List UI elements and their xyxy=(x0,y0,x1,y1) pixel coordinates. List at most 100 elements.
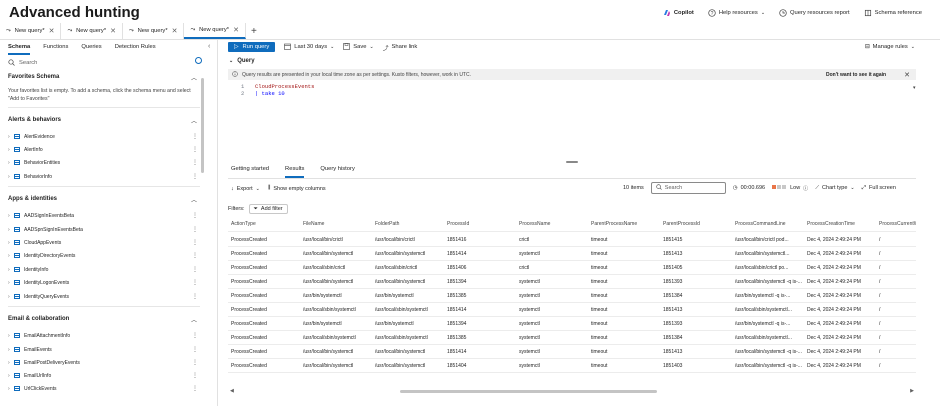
more-icon[interactable]: ⋮ xyxy=(192,212,200,219)
chevron-up-icon[interactable]: ︿ xyxy=(191,73,197,82)
schema-table-item[interactable]: › EmailPostDeliveryEvents ⋮ xyxy=(8,358,200,367)
results-search-input[interactable]: Search xyxy=(650,182,726,194)
add-filter-button[interactable]: ⏷ Add filter xyxy=(248,204,288,214)
more-icon[interactable]: ⋮ xyxy=(192,266,200,273)
column-header[interactable]: ProcessId xyxy=(447,216,515,231)
help-resources-button[interactable]: ? Help resources ⌄ xyxy=(708,9,765,17)
tab-results[interactable]: Results xyxy=(285,166,305,178)
add-tab-button[interactable]: + xyxy=(246,23,262,39)
table-row[interactable]: ProcessCreated/usr/local/bin/crictl/usr/… xyxy=(228,233,916,247)
query-section-toggle[interactable]: ⌄ Query xyxy=(229,58,255,64)
full-screen-button[interactable]: ⤢ Full screen xyxy=(862,185,896,192)
table-row[interactable]: ProcessCreated/usr/local/sbin/systemctl /… xyxy=(228,331,916,345)
more-icon[interactable]: ⋮ xyxy=(192,279,200,286)
more-icon[interactable]: ⋮ xyxy=(192,226,200,233)
run-query-button[interactable]: ▷ Run query xyxy=(228,42,276,52)
schema-table-item[interactable]: › AlertEvidence ⋮ xyxy=(8,132,200,141)
more-icon[interactable]: ⋮ xyxy=(192,332,200,339)
share-link-button[interactable]: ⤴ Share link xyxy=(383,43,418,52)
more-icon[interactable]: ⋮ xyxy=(192,173,200,180)
column-header[interactable]: ActionType xyxy=(231,216,299,231)
table-row[interactable]: ProcessCreated/usr/bin/systemctl/usr/bin… xyxy=(228,317,916,331)
query-tab[interactable]: ⤳ New query* ✕ xyxy=(0,23,62,39)
horizontal-scrollbar[interactable]: ◀ ▶ xyxy=(228,388,916,396)
more-icon[interactable]: ⋮ xyxy=(192,239,200,246)
query-tab-active[interactable]: ⤳ New query* ✕ xyxy=(184,23,246,39)
copilot-button[interactable]: Copilot xyxy=(663,9,694,17)
chart-type-dropdown[interactable]: ⟋ Chart type ⌄ xyxy=(815,185,854,192)
save-dropdown[interactable]: Save ⌄ xyxy=(343,42,374,52)
schema-table-item[interactable]: › UrlClickEvents ⋮ xyxy=(8,384,200,393)
tab-getting-started[interactable]: Getting started xyxy=(231,166,269,178)
query-resources-report-button[interactable]: Query resources report xyxy=(779,9,850,17)
close-icon[interactable]: ✕ xyxy=(172,27,178,35)
tab-queries[interactable]: Queries xyxy=(81,44,101,55)
schema-table-item[interactable]: › AlertInfo ⋮ xyxy=(8,145,200,154)
more-icon[interactable]: ⋮ xyxy=(192,252,200,259)
schema-table-item[interactable]: › IdentityInfo ⋮ xyxy=(8,265,200,274)
tab-functions[interactable]: Functions xyxy=(43,44,68,55)
scrollbar-thumb[interactable] xyxy=(400,390,657,393)
schema-table-item[interactable]: › AADSignInEventsBeta ⋮ xyxy=(8,211,200,220)
schema-table-item[interactable]: › IdentityQueryEvents ⋮ xyxy=(8,292,200,301)
close-icon[interactable]: ✕ xyxy=(233,26,239,34)
more-icon[interactable]: ⋮ xyxy=(192,293,200,300)
column-header[interactable]: FolderPath xyxy=(375,216,443,231)
time-range-dropdown[interactable]: Last 30 days ⌄ xyxy=(284,43,334,52)
more-icon[interactable]: ⋮ xyxy=(192,146,200,153)
chevron-up-icon[interactable]: ︿ xyxy=(191,116,197,125)
chevron-up-icon[interactable]: ︿ xyxy=(191,315,197,324)
column-header[interactable]: ProcessCurrentW xyxy=(879,216,916,231)
schema-reference-button[interactable]: Schema reference xyxy=(864,9,922,17)
schema-table-item[interactable]: › BehaviorInfo ⋮ xyxy=(8,172,200,181)
show-empty-columns-toggle[interactable]: ⫼ Show empty columns xyxy=(268,185,326,192)
more-icon[interactable]: ⋮ xyxy=(192,372,200,379)
close-icon[interactable]: ✕ xyxy=(110,27,116,35)
scroll-right-arrow[interactable]: ▶ xyxy=(910,388,914,394)
query-tab[interactable]: ⤳ New query* ✕ xyxy=(61,23,123,39)
schema-table-item[interactable]: › EmailUrlInfo ⋮ xyxy=(8,371,200,380)
close-icon[interactable]: ✕ xyxy=(49,27,55,35)
more-icon[interactable]: ⋮ xyxy=(192,133,200,140)
table-row[interactable]: ProcessCreated/usr/local/bin/systemctl/u… xyxy=(228,345,916,359)
tab-detection-rules[interactable]: Detection Rules xyxy=(115,44,156,55)
tab-schema[interactable]: Schema xyxy=(8,44,31,55)
table-row[interactable]: ProcessCreated/usr/bin/systemctl/usr/bin… xyxy=(228,289,916,303)
settings-icon[interactable] xyxy=(195,57,202,64)
column-header[interactable]: ParentProcessId xyxy=(663,216,731,231)
schema-table-item[interactable]: › IdentityDirectoryEvents ⋮ xyxy=(8,251,200,260)
chevron-up-icon[interactable]: ︿ xyxy=(191,195,197,204)
table-row[interactable]: ProcessCreated/usr/local/bin/systemctl/u… xyxy=(228,359,916,373)
table-row[interactable]: ProcessCreated/usr/local/bin/systemctl/u… xyxy=(228,247,916,261)
tab-query-history[interactable]: Query history xyxy=(320,166,354,178)
query-tab[interactable]: ⤳ New query* ✕ xyxy=(123,23,185,39)
schema-search-input[interactable]: Search xyxy=(8,58,204,68)
close-icon[interactable]: ✕ xyxy=(904,71,910,79)
more-icon[interactable]: ⋮ xyxy=(192,359,200,366)
manage-rules-dropdown[interactable]: ⊟ Manage rules ⌄ xyxy=(865,44,915,50)
column-header[interactable]: ProcessCreationTime xyxy=(807,216,875,231)
schema-table-item[interactable]: › BehaviorEntities ⋮ xyxy=(8,158,200,167)
schema-table-item[interactable]: › CloudAppEvents ⋮ xyxy=(8,238,200,247)
column-header[interactable]: FileName xyxy=(303,216,371,231)
dont-show-again-button[interactable]: Don't want to see it again xyxy=(826,72,886,78)
more-icon[interactable]: ⋮ xyxy=(192,385,200,392)
schema-table-item[interactable]: › IdentityLogonEvents ⋮ xyxy=(8,278,200,287)
schema-table-item[interactable]: › AADSpnSignInEventsBeta ⋮ xyxy=(8,225,200,234)
sidebar-scrollbar[interactable] xyxy=(201,78,204,173)
collapse-sidebar-icon[interactable]: ‹ xyxy=(208,43,210,50)
scroll-down-arrow[interactable]: ▾ xyxy=(913,85,916,91)
column-header[interactable]: ParentProcessName xyxy=(591,216,659,231)
more-icon[interactable]: ⋮ xyxy=(192,346,200,353)
table-row[interactable]: ProcessCreated/usr/local/sbin/crictl/usr… xyxy=(228,261,916,275)
more-icon[interactable]: ⋮ xyxy=(192,159,200,166)
table-row[interactable]: ProcessCreated/usr/local/bin/systemctl/u… xyxy=(228,275,916,289)
column-header[interactable]: ProcessCommandLine xyxy=(735,216,803,231)
schema-table-item[interactable]: › EmailAttachmentInfo ⋮ xyxy=(8,331,200,340)
query-editor[interactable]: 1 CloudProcessEvents 2 | take 10 xyxy=(241,83,314,97)
schema-table-item[interactable]: › EmailEvents ⋮ xyxy=(8,345,200,354)
scroll-left-arrow[interactable]: ◀ xyxy=(230,388,234,394)
export-dropdown[interactable]: ↓ Export ⌄ xyxy=(231,186,260,192)
table-row[interactable]: ProcessCreated/usr/local/sbin/systemctl /… xyxy=(228,303,916,317)
pane-resize-handle[interactable] xyxy=(566,161,578,163)
